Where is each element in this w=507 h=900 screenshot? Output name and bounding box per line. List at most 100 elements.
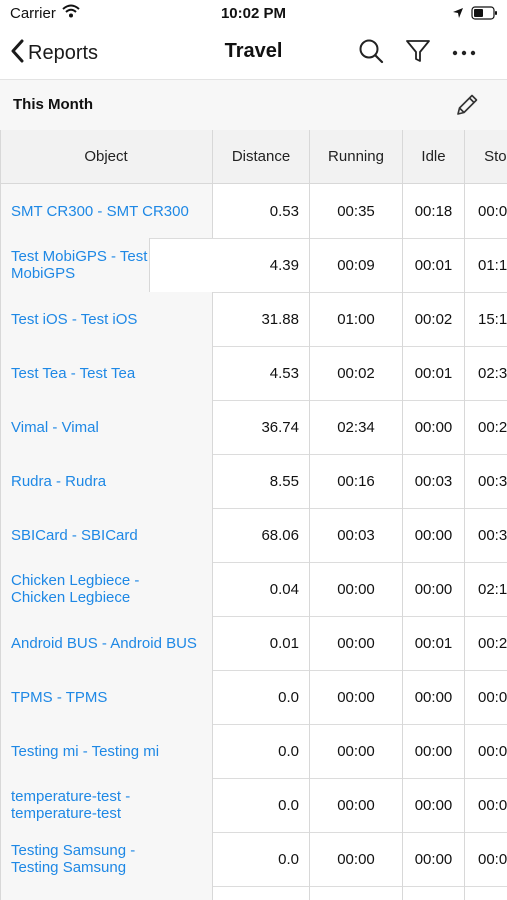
table-row[interactable]: Chicken Legbiece - Chicken Legbiece 0.04…: [0, 562, 507, 617]
distance-value: 4.39: [213, 238, 310, 292]
stop-value: 00:0: [465, 778, 507, 832]
idle-value: 00:00: [403, 400, 465, 454]
idle-value: 00:00: [403, 778, 465, 832]
status-bar: Carrier 10:02 PM: [0, 0, 507, 28]
distance-value: 0.0: [213, 778, 310, 832]
stop-value: 01:1: [465, 238, 507, 292]
table-row[interactable]: Test MobiGPS - Test MobiGPS 4.39 00:09 0…: [0, 238, 507, 293]
distance-value: 31.88: [213, 292, 310, 346]
battery-icon: [471, 6, 499, 25]
object-name-link[interactable]: Test MobiGPS - Test MobiGPS: [0, 238, 150, 292]
table-row[interactable]: temperature-test - temperature-test 0.0 …: [0, 778, 507, 833]
idle-value: [403, 886, 465, 900]
object-name-link[interactable]: [0, 886, 213, 900]
stop-value: 02:3: [465, 346, 507, 400]
distance-value: 4.53: [213, 346, 310, 400]
object-name-link[interactable]: TPMS - TPMS: [0, 670, 213, 724]
column-header-stop[interactable]: Stop: [465, 130, 507, 183]
stop-value: 00:0: [465, 724, 507, 778]
stop-value: 00:3: [465, 508, 507, 562]
table-row[interactable]: Testing Samsung - Testing Samsung 0.0 00…: [0, 832, 507, 887]
idle-value: 00:18: [403, 184, 465, 238]
object-name-link[interactable]: SBICard - SBICard: [0, 508, 213, 562]
distance-value: 0.0: [213, 724, 310, 778]
idle-value: 00:00: [403, 832, 465, 886]
object-name-link[interactable]: Chicken Legbiece - Chicken Legbiece: [0, 562, 213, 616]
search-button[interactable]: [356, 38, 386, 68]
idle-value: 00:01: [403, 238, 465, 292]
table-row[interactable]: TPMS - TPMS 0.0 00:00 00:00 00:0: [0, 670, 507, 725]
distance-value: 0.0: [213, 832, 310, 886]
column-header-object[interactable]: Object: [0, 130, 213, 183]
object-name-link[interactable]: Rudra - Rudra: [0, 454, 213, 508]
table-row[interactable]: Vimal - Vimal 36.74 02:34 00:00 00:2: [0, 400, 507, 455]
running-value: 00:00: [310, 778, 403, 832]
distance-value: 0.0: [213, 670, 310, 724]
distance-value: 0.04: [213, 562, 310, 616]
running-value: 00:00: [310, 616, 403, 670]
stop-value: 00:3: [465, 454, 507, 508]
table-row[interactable]: SBICard - SBICard 68.06 00:03 00:00 00:3: [0, 508, 507, 563]
object-name-link[interactable]: SMT CR300 - SMT CR300: [0, 184, 213, 238]
table-row[interactable]: Test Tea - Test Tea 4.53 00:02 00:01 02:…: [0, 346, 507, 401]
column-header-running[interactable]: Running: [310, 130, 403, 183]
idle-value: 00:01: [403, 346, 465, 400]
table-header-row: Object Distance Running Idle Stop: [0, 130, 507, 184]
stop-value: 02:1: [465, 562, 507, 616]
column-header-idle[interactable]: Idle: [403, 130, 465, 183]
stop-value: 00:2: [465, 616, 507, 670]
distance-value: 68.06: [213, 508, 310, 562]
idle-value: 00:02: [403, 292, 465, 346]
object-name-link[interactable]: Testing mi - Testing mi: [0, 724, 213, 778]
object-name-link[interactable]: Testing Samsung - Testing Samsung: [0, 832, 213, 886]
running-value: 00:16: [310, 454, 403, 508]
navigation-bar: Reports Travel: [0, 28, 507, 79]
table-row[interactable]: Android BUS - Android BUS 0.01 00:00 00:…: [0, 616, 507, 671]
running-value: 02:34: [310, 400, 403, 454]
idle-value: 00:00: [403, 562, 465, 616]
stop-value: 00:0: [465, 184, 507, 238]
running-value: 00:00: [310, 832, 403, 886]
object-name-link[interactable]: Test Tea - Test Tea: [0, 346, 213, 400]
running-value: 00:09: [310, 238, 403, 292]
running-value: 00:00: [310, 670, 403, 724]
table-row[interactable]: Rudra - Rudra 8.55 00:16 00:03 00:3: [0, 454, 507, 509]
running-value: 01:00: [310, 292, 403, 346]
column-header-distance[interactable]: Distance: [213, 130, 310, 183]
object-name-link[interactable]: temperature-test - temperature-test: [0, 778, 213, 832]
table-row[interactable]: SMT CR300 - SMT CR300 0.53 00:35 00:18 0…: [0, 184, 507, 239]
object-name-link[interactable]: Test iOS - Test iOS: [0, 292, 213, 346]
table-row[interactable]: [0, 886, 507, 900]
stop-value: 00:0: [465, 832, 507, 886]
more-button[interactable]: [449, 38, 479, 68]
running-value: [310, 886, 403, 900]
edit-pencil-icon[interactable]: [452, 90, 482, 120]
filter-button[interactable]: [403, 38, 433, 68]
stop-value: 00:2: [465, 400, 507, 454]
distance-value: 0.53: [213, 184, 310, 238]
distance-value: 0.01: [213, 616, 310, 670]
period-bar: This Month: [0, 79, 507, 131]
idle-value: 00:01: [403, 616, 465, 670]
running-value: 00:00: [310, 562, 403, 616]
table-row[interactable]: Testing mi - Testing mi 0.0 00:00 00:00 …: [0, 724, 507, 779]
idle-value: 00:00: [403, 508, 465, 562]
filter-icon: [405, 38, 431, 69]
idle-value: 00:03: [403, 454, 465, 508]
distance-value: [213, 886, 310, 900]
object-name-link[interactable]: Vimal - Vimal: [0, 400, 213, 454]
idle-value: 00:00: [403, 724, 465, 778]
running-value: 00:35: [310, 184, 403, 238]
period-label: This Month: [13, 96, 93, 113]
distance-value: 8.55: [213, 454, 310, 508]
travel-report-table: Object Distance Running Idle Stop SMT CR…: [0, 130, 507, 900]
distance-value: 36.74: [213, 400, 310, 454]
more-dots-icon: [451, 44, 477, 62]
stop-value: 15:1: [465, 292, 507, 346]
table-row[interactable]: Test iOS - Test iOS 31.88 01:00 00:02 15…: [0, 292, 507, 347]
table-left-border: [0, 130, 1, 900]
status-time: 10:02 PM: [220, 5, 287, 22]
running-value: 00:02: [310, 346, 403, 400]
object-name-link[interactable]: Android BUS - Android BUS: [0, 616, 213, 670]
running-value: 00:03: [310, 508, 403, 562]
